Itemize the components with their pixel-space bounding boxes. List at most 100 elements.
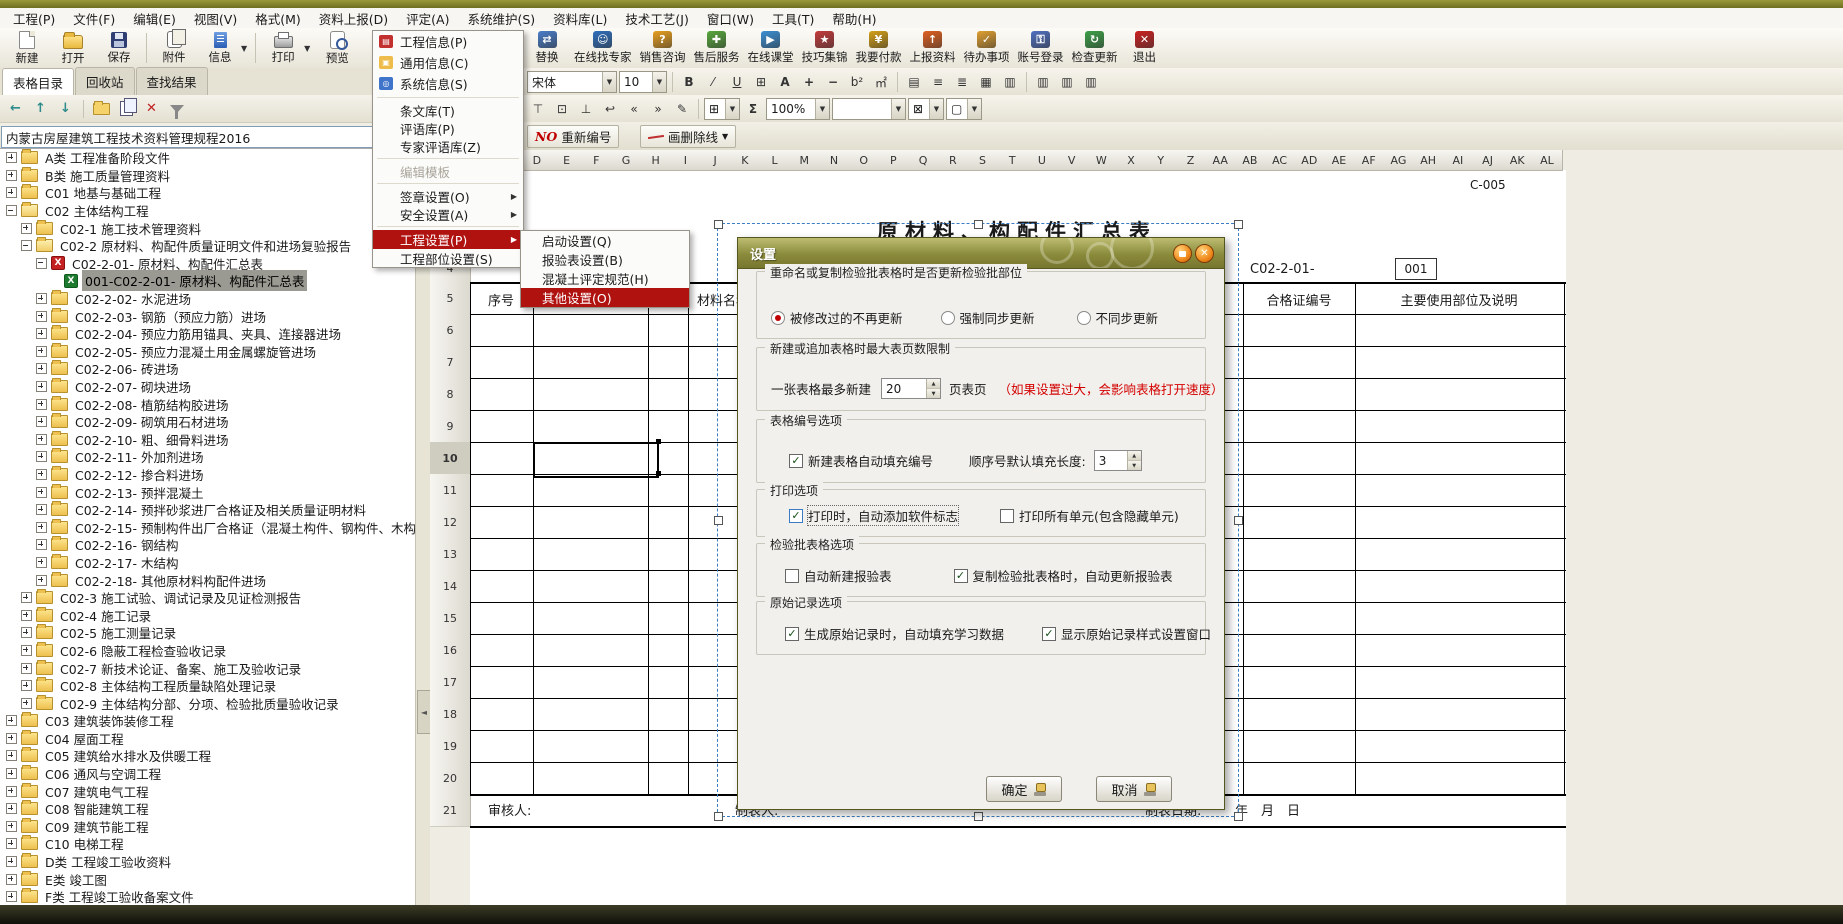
spinner-input[interactable]: 20▲▼ (881, 378, 941, 399)
替换-button[interactable]: ⇄替换 (524, 29, 570, 67)
row-header-21[interactable]: 21 (430, 794, 471, 827)
tab-回收站[interactable]: 回收站 (75, 67, 135, 95)
expand-icon[interactable] (36, 539, 47, 550)
menu-评定(A)[interactable]: 评定(A) (397, 7, 458, 30)
row-header-6[interactable]: 6 (430, 314, 471, 347)
expand-icon[interactable] (6, 170, 17, 181)
column-header-S[interactable]: S (968, 150, 999, 171)
expand-icon[interactable] (21, 645, 32, 656)
increase-font-icon[interactable]: + (798, 71, 820, 93)
expand-icon[interactable] (6, 891, 17, 902)
menu-视图(V)[interactable]: 视图(V) (185, 7, 246, 30)
chevron-down-icon[interactable]: ▼ (929, 99, 943, 119)
expand-icon[interactable] (36, 293, 47, 304)
附件-button[interactable]: 附件 (151, 29, 197, 67)
menu-工程(P)[interactable]: 工程(P) (4, 7, 64, 30)
menu-资料库(L)[interactable]: 资料库(L) (544, 7, 616, 30)
保存-button[interactable]: 保存 (96, 29, 142, 67)
checkbox-checked-icon[interactable]: ✓ (1042, 627, 1056, 641)
wrap-text-icon[interactable]: ↩ (599, 98, 621, 120)
chevron-down-icon[interactable]: ▼ (602, 72, 616, 92)
checkbox-checked-icon[interactable]: ✓ (785, 627, 799, 641)
spinner-arrows[interactable]: ▲▼ (926, 379, 940, 398)
menu-item-系统信息(S)[interactable]: ◎系统信息(S) (373, 73, 523, 94)
checkbox-checked-icon[interactable]: ✓ (954, 569, 968, 583)
align-right-icon[interactable]: ≣ (951, 71, 973, 93)
tree-item[interactable]: C02-2-12- 掺合料进场 (0, 466, 415, 484)
expand-icon[interactable] (6, 803, 17, 814)
row-header-15[interactable]: 15 (430, 602, 471, 635)
expand-icon[interactable] (21, 627, 32, 638)
submenu-item-混凝土评定规范(H)[interactable]: 混凝土评定规范(H) (521, 269, 689, 288)
back-arrow-icon[interactable]: ← (4, 97, 27, 120)
expand-icon[interactable] (6, 187, 17, 198)
expand-icon[interactable] (36, 504, 47, 515)
tab-查找结果[interactable]: 查找结果 (136, 67, 208, 95)
column-header-AB[interactable]: AB (1235, 150, 1266, 171)
tree-item[interactable]: C02-2-10- 粗、细骨料进场 (0, 431, 415, 449)
menu-帮助(H)[interactable]: 帮助(H) (823, 7, 885, 30)
chevron-down-icon[interactable]: ▼ (891, 99, 905, 119)
insert-column-icon[interactable]: ▥ (1032, 71, 1054, 93)
在线找专家-button[interactable]: ☺在线找专家 (570, 29, 636, 67)
menu-item-工程信息(P)[interactable]: ▤工程信息(P) (373, 31, 523, 52)
line-style-select[interactable]: ▼ (832, 98, 906, 120)
expand-icon[interactable] (6, 768, 17, 779)
在线课堂-button[interactable]: ▶在线课堂 (744, 29, 798, 67)
row-header-16[interactable]: 16 (430, 634, 471, 667)
chevron-down-icon[interactable]: ▼ (725, 99, 739, 119)
delete-icon[interactable]: ✕ (140, 97, 163, 120)
row-header-7[interactable]: 7 (430, 346, 471, 379)
menu-资料上报(D)[interactable]: 资料上报(D) (310, 7, 397, 30)
tree-item[interactable]: C02-2-16- 钢结构 (0, 536, 415, 554)
chevron-down-icon[interactable]: ▼ (815, 99, 829, 119)
expand-icon[interactable] (36, 311, 47, 322)
collapse-icon[interactable] (21, 240, 32, 251)
menu-系统维护(S)[interactable]: 系统维护(S) (458, 7, 544, 30)
down-arrow-icon[interactable]: ↓ (54, 97, 77, 120)
expand-icon[interactable] (6, 856, 17, 867)
merge-cells-icon[interactable]: ▦ (975, 71, 997, 93)
cell-handle[interactable] (656, 471, 661, 476)
expand-icon[interactable] (6, 733, 17, 744)
italic-icon[interactable]: ⁄ (702, 71, 724, 93)
menu-item-通用信息(C)[interactable]: ▣通用信息(C) (373, 52, 523, 73)
renumber-button[interactable]: NO 重新编号 (527, 125, 619, 148)
column-header-R[interactable]: R (938, 150, 969, 171)
expand-icon[interactable] (6, 786, 17, 797)
expand-icon[interactable] (6, 750, 17, 761)
检查更新-button[interactable]: ↻检查更新 (1068, 29, 1122, 67)
zoom-select[interactable]: 100%▼ (766, 98, 830, 120)
expand-icon[interactable] (36, 487, 47, 498)
column-header-O[interactable]: O (849, 150, 880, 171)
打开-button[interactable]: 打开 (50, 29, 96, 67)
fill-color-select[interactable]: ▢▼ (946, 98, 982, 120)
expand-icon[interactable] (6, 821, 17, 832)
row-header-19[interactable]: 19 (430, 730, 471, 763)
menu-item-编辑模板[interactable]: 编辑模板 (373, 162, 523, 180)
selection-handle[interactable] (1234, 220, 1243, 229)
indent-increase-icon[interactable]: » (647, 98, 669, 120)
expand-icon[interactable] (36, 381, 47, 392)
selection-handle[interactable] (1234, 812, 1243, 821)
selection-handle[interactable] (714, 812, 723, 821)
grid-style-select[interactable]: ⊞▼ (704, 98, 740, 120)
row-header-12[interactable]: 12 (430, 506, 471, 539)
tree-root-title[interactable]: 内蒙古房屋建筑工程技术资料管理规程2016 (1, 126, 419, 148)
menu-窗口(W)[interactable]: 窗口(W) (698, 7, 763, 30)
expand-icon[interactable] (6, 715, 17, 726)
spinner-input[interactable]: 3▲▼ (1094, 450, 1142, 471)
collapse-icon[interactable] (36, 258, 47, 269)
collapse-icon[interactable] (6, 205, 17, 216)
退出-button[interactable]: ✕退出 (1122, 29, 1168, 67)
column-header-X[interactable]: X (1116, 150, 1147, 171)
cancel-button[interactable]: 取消 (1096, 776, 1172, 802)
align-left-icon[interactable]: ▤ (903, 71, 925, 93)
borders-icon[interactable]: ⊞ (750, 71, 772, 93)
filter-icon[interactable] (165, 97, 188, 120)
radio-selected-icon[interactable] (771, 311, 785, 325)
expand-icon[interactable] (21, 223, 32, 234)
expand-icon[interactable] (6, 152, 17, 163)
row-header-8[interactable]: 8 (430, 378, 471, 411)
上报资料-button[interactable]: ↑上报资料 (906, 29, 960, 67)
